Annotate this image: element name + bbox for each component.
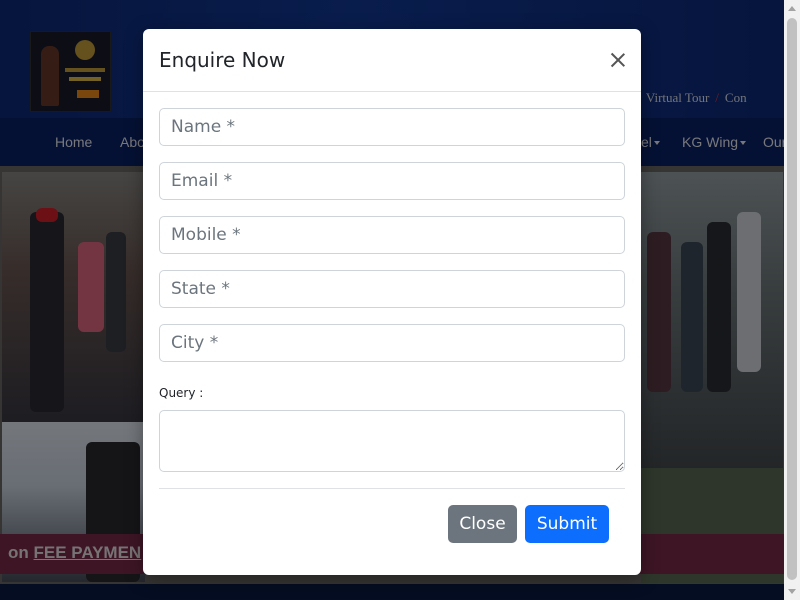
state-input[interactable] [159, 270, 625, 308]
mobile-input[interactable] [159, 216, 625, 254]
enquire-modal: Enquire Now Query : Close Submit [143, 29, 641, 575]
footer-divider [159, 488, 625, 489]
submit-button[interactable]: Submit [525, 505, 609, 543]
page-scrollbar[interactable] [784, 0, 800, 600]
email-input[interactable] [159, 162, 625, 200]
name-input[interactable] [159, 108, 625, 146]
close-icon[interactable] [609, 51, 627, 69]
query-textarea[interactable] [159, 410, 625, 472]
scrollbar-thumb[interactable] [787, 18, 797, 580]
scroll-up-arrow-icon[interactable] [784, 0, 800, 17]
scroll-down-arrow-icon[interactable] [784, 583, 800, 600]
modal-header: Enquire Now [143, 29, 641, 92]
close-button[interactable]: Close [448, 505, 517, 543]
modal-title: Enquire Now [159, 48, 286, 72]
query-label: Query : [159, 386, 204, 400]
city-input[interactable] [159, 324, 625, 362]
